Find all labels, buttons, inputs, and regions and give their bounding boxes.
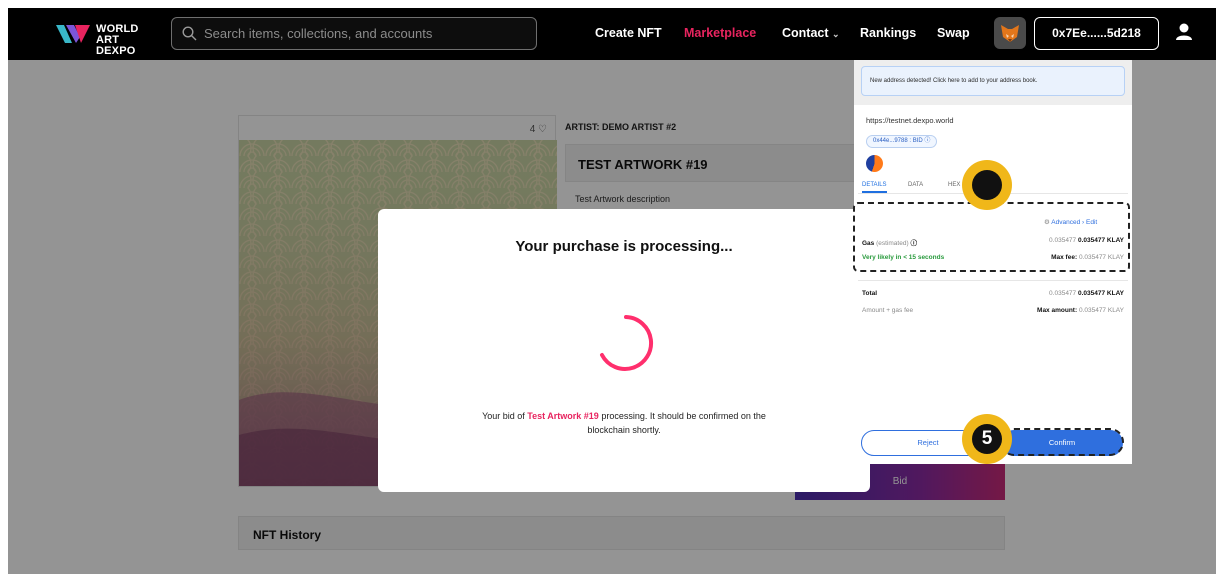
step-badge-5: 5 bbox=[962, 414, 1012, 464]
nav-contact[interactable]: Contact ⌄ bbox=[782, 26, 840, 40]
wallet-address-button[interactable]: 0x7Ee......5d218 bbox=[1034, 17, 1159, 50]
popup-header: New address detected! Click here to add … bbox=[854, 60, 1132, 105]
browser-viewport: WORLD ART DEXPO Create NFT Marketplace C… bbox=[8, 8, 1216, 574]
logo-text: WORLD ART DEXPO bbox=[96, 24, 146, 57]
fox-glyph-icon bbox=[1001, 25, 1019, 42]
step-badge-blank bbox=[962, 160, 1012, 210]
max-amount-row: Max amount: 0.035477 KLAY bbox=[1037, 307, 1124, 314]
tab-hex[interactable]: HEX bbox=[948, 182, 960, 188]
search-input[interactable] bbox=[204, 18, 524, 49]
total-value-row: 0.035477 0.035477 KLAY bbox=[1049, 290, 1124, 297]
confirm-highlight bbox=[1000, 428, 1124, 456]
step-badge-inner bbox=[972, 170, 1002, 200]
modal-title: Your purchase is processing... bbox=[515, 238, 733, 255]
tab-details[interactable]: DETAILS bbox=[862, 182, 887, 193]
step-badge-number: 5 bbox=[972, 424, 1002, 454]
contract-address-pill[interactable]: 0x44e...9788 : BID ⓘ bbox=[866, 135, 938, 148]
modal-message: Your bid of Test Artwork #19 processing.… bbox=[468, 409, 780, 437]
user-icon[interactable] bbox=[1175, 22, 1193, 42]
tab-data[interactable]: DATA bbox=[908, 182, 923, 188]
top-navbar: WORLD ART DEXPO Create NFT Marketplace C… bbox=[8, 8, 1216, 60]
nav-contact-label: Contact bbox=[782, 26, 829, 40]
logo[interactable]: WORLD ART DEXPO bbox=[56, 18, 146, 57]
info-icon: ⓘ bbox=[924, 138, 931, 144]
logo-line-2: ART DEXPO bbox=[96, 34, 136, 57]
total-value: 0.035477 KLAY bbox=[1077, 290, 1124, 297]
amount-gas-label: Amount + gas fee bbox=[862, 307, 914, 314]
contract-address-label: 0x44e...9788 : BID bbox=[873, 138, 923, 144]
loading-spinner-icon bbox=[600, 315, 653, 371]
modal-message-prefix: Your bid of bbox=[482, 411, 528, 421]
chevron-down-icon: ⌄ bbox=[832, 29, 840, 39]
modal-artwork-link: Test Artwork #19 bbox=[527, 411, 599, 421]
new-address-notice[interactable]: New address detected! Click here to add … bbox=[861, 66, 1125, 96]
total-value-fiat: 0.035477 bbox=[1049, 290, 1077, 297]
processing-modal: Your purchase is processing... Your bid … bbox=[378, 209, 870, 492]
logo-mark-icon bbox=[56, 25, 90, 43]
origin-url: https://testnet.dexpo.world bbox=[866, 116, 954, 125]
account-avatar bbox=[866, 155, 883, 172]
search-box[interactable] bbox=[171, 17, 537, 50]
modal-message-suffix: processing. It should be confirmed on th… bbox=[587, 411, 766, 435]
gas-fee-highlight bbox=[853, 202, 1130, 272]
nav-create-nft[interactable]: Create NFT bbox=[595, 26, 662, 40]
max-amount-value: 0.035477 KLAY bbox=[1078, 307, 1124, 314]
nav-marketplace[interactable]: Marketplace bbox=[684, 26, 756, 40]
metamask-fox-icon[interactable] bbox=[994, 17, 1026, 49]
max-amount-label: Max amount: bbox=[1037, 307, 1078, 314]
search-icon bbox=[182, 26, 197, 41]
nav-rankings[interactable]: Rankings bbox=[860, 26, 916, 40]
divider bbox=[858, 280, 1128, 281]
total-label: Total bbox=[862, 290, 878, 297]
nav-swap[interactable]: Swap bbox=[937, 26, 970, 40]
